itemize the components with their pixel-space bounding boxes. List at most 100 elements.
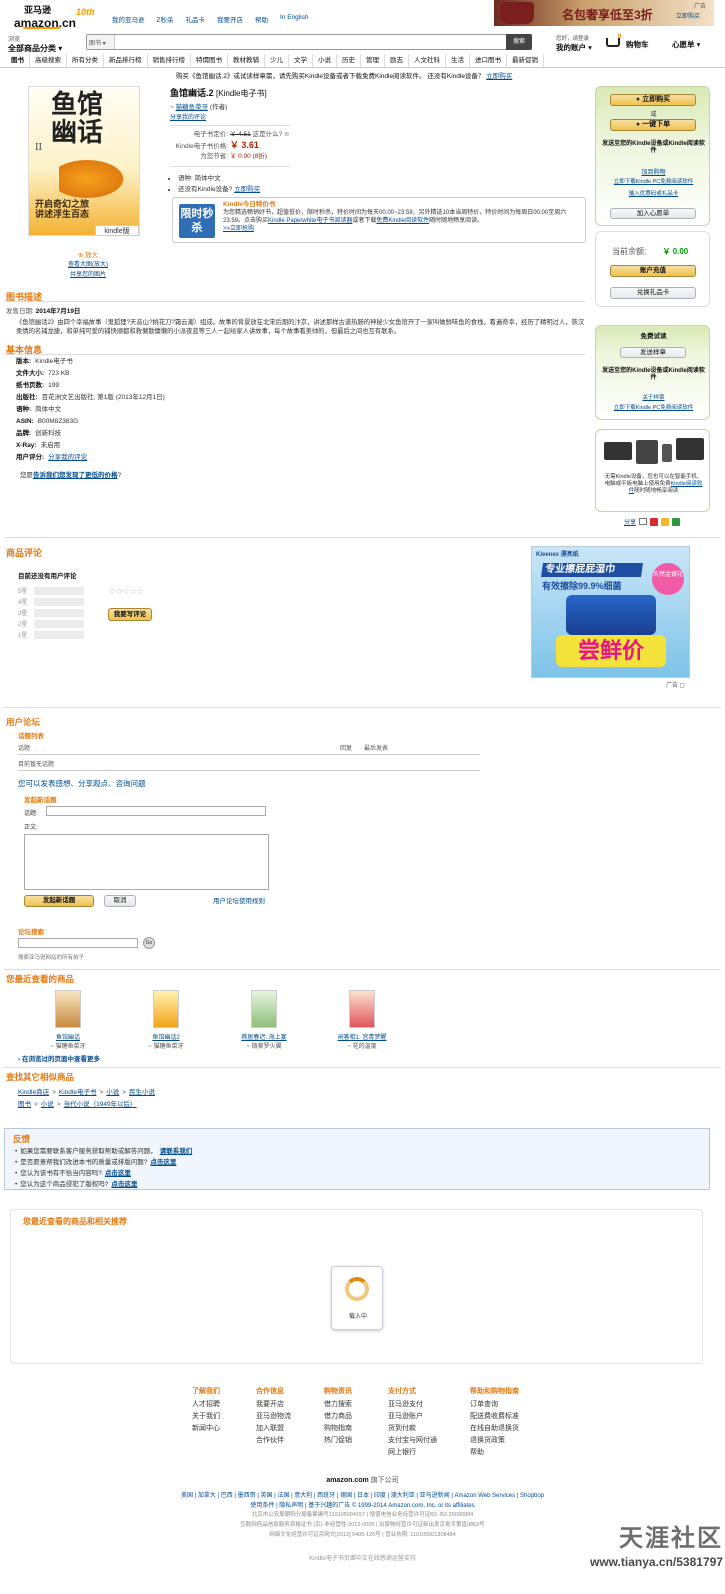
forum-search-button[interactable]: Go <box>143 937 155 949</box>
top-link[interactable]: 我要开店 <box>217 14 243 24</box>
top-link[interactable]: In English <box>280 14 309 24</box>
recent-item-cover[interactable] <box>55 990 81 1028</box>
footer-link[interactable]: 网上银行 <box>388 1447 470 1459</box>
wishlist-menu[interactable]: 心愿单 ▾ <box>672 39 700 50</box>
recent-item[interactable]: 鱼馆幽话2 ~ 猫糖鱼菜牙 <box>116 990 216 1050</box>
footer-link[interactable]: 在线自助退换货 <box>470 1423 550 1435</box>
footer-link[interactable]: 货到付款 <box>388 1423 470 1435</box>
feedback-link[interactable]: 点击这里 <box>150 1159 176 1166</box>
nav-item[interactable]: 人文社科 <box>409 54 446 67</box>
nav-item[interactable]: 图书 <box>6 54 30 67</box>
footer-link[interactable]: 购物指南 <box>324 1423 388 1435</box>
douban-share-icon[interactable] <box>672 517 681 526</box>
footer-link[interactable]: 退换货政策 <box>470 1435 550 1447</box>
nav-item[interactable]: 高级搜索 <box>30 54 67 67</box>
redeem-link[interactable]: 输入优惠码或礼品卡 <box>596 189 711 197</box>
zoom-control[interactable]: ⊕ 放大 查看大图(放大) 共享您的图片 <box>60 249 116 278</box>
recent-item-title[interactable]: 闲客相1: 宫青梦醒 <box>312 1032 412 1041</box>
search-input[interactable] <box>117 36 502 48</box>
recent-item-cover[interactable] <box>251 990 277 1028</box>
nav-item[interactable]: 历史 <box>337 54 361 67</box>
footer-link[interactable]: 关于我们 <box>192 1411 256 1423</box>
pc-download-link[interactable]: 立即下载Kindle PC免费阅读软件 <box>596 403 711 411</box>
email-share-icon[interactable] <box>639 518 648 525</box>
cancel-button[interactable]: 取消 <box>104 895 136 907</box>
footer-link[interactable]: 配送费收费标准 <box>470 1411 550 1423</box>
one-click-button[interactable]: ● 一键下单 <box>610 119 696 131</box>
footer-link[interactable]: 热门促销 <box>324 1435 388 1447</box>
deal-link-free-app[interactable]: 免费Kindle阅读软件 <box>376 218 429 224</box>
add-to-wishlist-button[interactable]: 加入心愿单 <box>610 208 696 219</box>
path-link[interactable]: 小说 <box>106 1089 119 1096</box>
nav-item[interactable]: 生活 <box>446 54 470 67</box>
basic-info-value[interactable]: 分享我的评论 <box>48 454 87 461</box>
recharge-button[interactable]: 账户充值 <box>610 265 696 277</box>
weibo-share-icon[interactable] <box>650 517 659 526</box>
deal-more-link[interactable]: >>立即抢购 <box>223 225 581 233</box>
buy-now-button[interactable]: ● 立即购买 <box>610 94 696 106</box>
footer-link[interactable]: 亚马逊支付 <box>388 1399 470 1411</box>
search-scope-select[interactable]: 图书 ▾ <box>87 35 115 49</box>
footer-link[interactable]: 合作伙伴 <box>256 1435 324 1447</box>
top-link[interactable]: 帮助 <box>255 14 268 24</box>
feedback-link[interactable]: 请联系我们 <box>160 1148 193 1155</box>
redeem-card-button[interactable]: 兑换礼品卡 <box>610 287 696 299</box>
footer-link[interactable]: 借力商品 <box>324 1411 388 1423</box>
path-link[interactable]: 小说 <box>41 1101 54 1108</box>
feedback-link[interactable]: 点击这里 <box>111 1181 137 1188</box>
path-link[interactable]: 当代小说（1949年以后） <box>64 1101 137 1108</box>
nav-item[interactable]: 励志 <box>385 54 409 67</box>
add-gift-link[interactable]: 加到购物 <box>596 167 711 176</box>
recent-item-cover[interactable] <box>349 990 375 1028</box>
about-sample-link[interactable]: 关于样章 <box>596 393 711 401</box>
top-link[interactable]: Z秒杀 <box>157 14 174 24</box>
nav-item[interactable]: 文学 <box>289 54 313 67</box>
nav-item[interactable]: 最新促销 <box>507 54 544 67</box>
recent-item[interactable]: 鱼馆幽话 ~ 猫糖鱼菜牙 <box>18 990 118 1050</box>
recent-item-title[interactable]: 燕居春迟: 海上宴 <box>214 1032 314 1041</box>
deal-link-paperwhite[interactable]: Kindle Paperwhite电子书阅读器 <box>268 218 352 224</box>
topic-input[interactable] <box>46 806 266 816</box>
logo[interactable]: 亚马逊 amazon.cn 10th <box>14 3 95 30</box>
author-link[interactable]: 猫糖鱼菜牙 <box>176 104 209 111</box>
nav-item[interactable]: 少儿 <box>265 54 289 67</box>
zoom-link[interactable]: 查看大图(放大) <box>60 259 116 268</box>
recent-item[interactable]: 闲客相1: 宫青梦醒 ~ 花的温度 <box>312 990 412 1050</box>
book-cover[interactable]: 鱼馆幽话 II 开启奇幻之旅 讲述浮生百态 kindle版 <box>28 86 140 236</box>
footer-link[interactable]: 订单查询 <box>470 1399 550 1411</box>
path-link[interactable]: 民生小说 <box>129 1089 155 1096</box>
nav-item[interactable]: 小说 <box>313 54 337 67</box>
account-menu[interactable]: 您好，请登录 我的账户 ▾ <box>556 34 602 53</box>
cart-button[interactable]: 0 购物车 <box>606 34 662 50</box>
nav-item[interactable]: 所有分类 <box>67 54 104 67</box>
body-textarea[interactable] <box>24 834 269 890</box>
top-link[interactable]: 我的亚马逊 <box>112 14 145 24</box>
ad-banner[interactable]: 名包奢享低至3折 广告 立即购买 <box>494 0 714 26</box>
info-icon[interactable]: ⊕ <box>284 131 289 138</box>
write-review-button[interactable]: 我要写评论 <box>108 608 152 621</box>
footer-link[interactable]: 我要开店 <box>256 1399 324 1411</box>
first-review-link[interactable]: 分享我的评论 <box>170 112 590 121</box>
forum-search-input[interactable] <box>18 938 138 948</box>
nav-item[interactable]: 销售排行榜 <box>148 54 191 67</box>
amazon-brand-logo[interactable]: amazon.com <box>326 1477 368 1484</box>
qzone-share-icon[interactable] <box>661 517 670 526</box>
pc-reader-link[interactable]: 立即下载Kindle PC免费阅读软件 <box>596 177 711 185</box>
nav-item[interactable]: 教材教辅 <box>228 54 265 67</box>
path-link[interactable]: Kindle电子书 <box>59 1089 97 1096</box>
footer-link[interactable]: 支付宝与网付通 <box>388 1435 470 1447</box>
price-whats-this[interactable]: 这是什么? <box>253 131 283 138</box>
recent-item-title[interactable]: 鱼馆幽话2 <box>116 1032 216 1041</box>
top-link[interactable]: 礼品卡 <box>185 14 205 24</box>
recent-item-title[interactable]: 鱼馆幽话 <box>18 1032 118 1041</box>
footer-link[interactable]: 亚马逊物流 <box>256 1411 324 1423</box>
share-image-link[interactable]: 共享您的图片 <box>60 269 116 278</box>
footer-link[interactable]: 加入联盟 <box>256 1423 324 1435</box>
tissue-ad[interactable]: Kleenex 漂亮纸 专业擦屁屁湿巾 有效擦除99.9%细菌 天然金银花 尝鲜… <box>531 546 690 678</box>
ad-label[interactable]: 广告 ◻ <box>666 680 685 689</box>
path-link[interactable]: 图书 <box>18 1101 31 1108</box>
forum-guidelines-link[interactable]: 用户论坛使用规则 <box>213 895 265 905</box>
nav-item[interactable]: 特價图书 <box>191 54 228 67</box>
country-links[interactable]: 美国 | 加拿大 | 巴西 | 墨西哥 | 英国 | 法国 | 意大利 | 西班… <box>0 1490 725 1499</box>
ad-link[interactable]: 立即购买 <box>676 11 700 20</box>
